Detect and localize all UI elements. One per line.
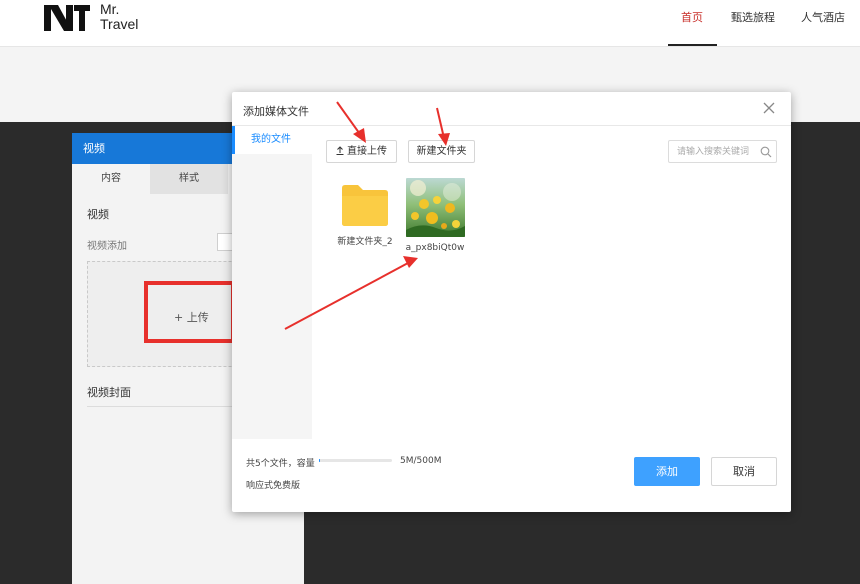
annotation-highlight-box (144, 281, 235, 343)
nav-tours[interactable]: 甄选旅程 (731, 9, 775, 25)
file-name: 新建文件夹_2 (337, 237, 393, 247)
section-video-label: 视频 (87, 208, 109, 221)
new-folder-button[interactable]: 新建文件夹 (408, 140, 475, 163)
nav-home[interactable]: 首页 (681, 9, 703, 25)
storage-quota-fill (319, 459, 321, 462)
direct-upload-button[interactable]: 直接上传 (326, 140, 397, 163)
search-icon[interactable] (760, 146, 772, 158)
dialog-sidebar: 我的文件 (232, 126, 312, 439)
site-header: Mr. Travel 首页 甄选旅程 人气酒店 (0, 0, 860, 46)
dialog-title: 添加媒体文件 (243, 105, 309, 118)
tab-content[interactable]: 内容 (72, 164, 150, 194)
sidebar-item-my-files[interactable]: 我的文件 (232, 126, 312, 154)
search-input[interactable] (677, 145, 759, 159)
logo-text: Mr. Travel (100, 2, 138, 32)
dialog-divider (232, 125, 791, 126)
image-thumbnail (405, 178, 465, 237)
add-button[interactable]: 添加 (634, 457, 700, 486)
add-media-dialog: 添加媒体文件 我的文件 直接上传 新建文件夹 新建文件夹_2 (232, 92, 791, 512)
file-item-folder[interactable]: 新建文件夹_2 (330, 178, 400, 247)
section-cover-label: 视频封面 (87, 386, 131, 399)
storage-quota-text: 5M/500M (400, 456, 442, 466)
nav-hotels[interactable]: 人气酒店 (801, 9, 845, 25)
plan-text: 响应式免费版 (246, 481, 301, 491)
logo-line-1: Mr. (100, 1, 120, 17)
file-count-text: 共5个文件，容量 (246, 459, 315, 469)
tab-style[interactable]: 样式 (150, 164, 228, 194)
search-box (668, 140, 777, 163)
folder-icon (339, 184, 391, 228)
video-add-label: 视频添加 (87, 241, 127, 252)
logo (44, 5, 90, 31)
close-icon[interactable] (760, 99, 778, 117)
cancel-button[interactable]: 取消 (711, 457, 777, 486)
file-item-image[interactable]: a_px8biQt0w (400, 178, 470, 253)
file-name: a_px8biQt0w (405, 243, 465, 253)
new-folder-label: 新建文件夹 (416, 146, 467, 157)
upload-icon (336, 146, 344, 155)
logo-line-2: Travel (100, 16, 139, 32)
storage-quota-bar (319, 459, 392, 462)
direct-upload-label: 直接上传 (347, 146, 387, 157)
